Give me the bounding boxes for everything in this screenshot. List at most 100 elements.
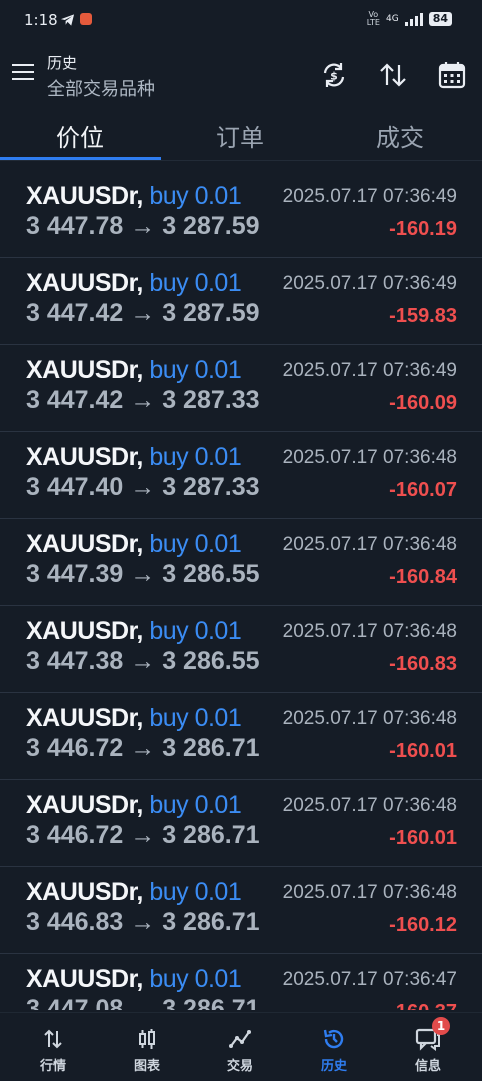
trade-time: 2025.07.17 07:36:49 xyxy=(282,360,457,381)
trade-time: 2025.07.17 07:36:48 xyxy=(282,447,457,468)
app-notification-icon xyxy=(80,13,92,25)
trade-profit: -160.83 xyxy=(389,653,457,675)
trade-symbol-line: XAUUSDr, buy 0.01 xyxy=(26,443,242,472)
history-icon xyxy=(323,1029,344,1049)
signal-icon xyxy=(404,12,423,26)
trade-row[interactable]: XAUUSDr, buy 0.01 3 447.42 → 3 287.59 20… xyxy=(0,257,482,345)
tabs-divider xyxy=(0,160,482,161)
nav-trade[interactable]: 交易 xyxy=(210,1027,270,1074)
trade-symbol-line: XAUUSDr, buy 0.01 xyxy=(26,617,242,646)
tab-orders[interactable]: 订单 xyxy=(216,118,264,153)
page-title: 历史 xyxy=(47,54,78,72)
trade-row[interactable]: XAUUSDr, buy 0.01 3 447.78 → 3 287.59 20… xyxy=(0,170,482,258)
trade-time: 2025.07.17 07:36:48 xyxy=(282,882,457,903)
nav-messages[interactable]: 1 信息 xyxy=(398,1017,458,1074)
trade-row[interactable]: XAUUSDr, buy 0.01 3 447.39 → 3 286.55 20… xyxy=(0,518,482,606)
trade-symbol-line: XAUUSDr, buy 0.01 xyxy=(26,791,242,820)
trade-prices: 3 446.72 → 3 286.71 xyxy=(26,734,260,762)
trade-side: buy 0.01 xyxy=(149,182,242,210)
trade-row[interactable]: XAUUSDr, buy 0.01 3 446.72 → 3 286.71 20… xyxy=(0,779,482,867)
trade-profit: -160.12 xyxy=(389,914,457,936)
status-time: 1:18 xyxy=(24,11,58,29)
trade-side: buy 0.01 xyxy=(149,530,242,558)
trade-prices: 3 446.83 → 3 286.71 xyxy=(26,908,260,936)
trade-profit: -160.19 xyxy=(389,218,457,240)
history-tabs: 价位 订单 成交 xyxy=(0,108,482,162)
trade-symbol: XAUUSDr, xyxy=(26,530,143,558)
notification-badge: 1 xyxy=(432,1017,450,1035)
trade-row[interactable]: XAUUSDr, buy 0.01 3 447.38 → 3 286.55 20… xyxy=(0,605,482,693)
trade-side: buy 0.01 xyxy=(149,443,242,471)
nav-label: 信息 xyxy=(414,1059,441,1074)
title-area[interactable]: 历史 全部交易品种 xyxy=(47,52,155,101)
trade-time: 2025.07.17 07:36:48 xyxy=(282,621,457,642)
sort-icon[interactable] xyxy=(378,60,408,90)
trade-profit: -160.09 xyxy=(389,392,457,414)
trade-row[interactable]: XAUUSDr, buy 0.01 3 447.08 → 3 286.71 20… xyxy=(0,953,482,1010)
trade-prices: 3 447.42 → 3 287.33 xyxy=(26,386,260,414)
trade-prices: 3 447.38 → 3 286.55 xyxy=(26,647,260,675)
trade-icon xyxy=(229,1030,251,1048)
trade-symbol: XAUUSDr, xyxy=(26,878,143,906)
network-type: 4G xyxy=(385,14,399,24)
trade-profit: -160.01 xyxy=(389,827,457,849)
trade-prices: 3 447.40 → 3 287.33 xyxy=(26,473,260,501)
trade-symbol: XAUUSDr, xyxy=(26,704,143,732)
trade-profit: -160.01 xyxy=(389,740,457,762)
nav-history[interactable]: 历史 xyxy=(304,1027,364,1074)
symbol-filter: 全部交易品种 xyxy=(47,79,155,100)
trade-time: 2025.07.17 07:36:48 xyxy=(282,534,457,555)
trade-time: 2025.07.17 07:36:47 xyxy=(282,969,457,990)
trade-side: buy 0.01 xyxy=(149,617,242,645)
trade-prices: 3 447.78 → 3 287.59 xyxy=(26,212,260,240)
trade-row[interactable]: XAUUSDr, buy 0.01 3 446.72 → 3 286.71 20… xyxy=(0,692,482,780)
nav-chart[interactable]: 图表 xyxy=(117,1027,177,1074)
trade-symbol-line: XAUUSDr, buy 0.01 xyxy=(26,965,242,994)
chart-icon xyxy=(139,1029,155,1049)
nav-label: 行情 xyxy=(39,1059,66,1074)
telegram-icon xyxy=(60,14,75,26)
app-header: 历史 全部交易品种 $ xyxy=(0,44,482,106)
trade-time: 2025.07.17 07:36:48 xyxy=(282,708,457,729)
tab-deals[interactable]: 成交 xyxy=(376,118,424,153)
nav-label: 交易 xyxy=(226,1059,253,1074)
trade-row[interactable]: XAUUSDr, buy 0.01 3 446.83 → 3 286.71 20… xyxy=(0,866,482,954)
status-bar: 1:18 Vo LTE 4G 84 xyxy=(0,0,482,42)
trade-symbol: XAUUSDr, xyxy=(26,791,143,819)
trade-time: 2025.07.17 07:36:49 xyxy=(282,186,457,207)
trade-symbol: XAUUSDr, xyxy=(26,617,143,645)
trade-symbol: XAUUSDr, xyxy=(26,443,143,471)
currency-exchange-icon[interactable]: $ xyxy=(319,60,349,90)
nav-label: 历史 xyxy=(320,1059,347,1074)
trade-prices: 3 447.39 → 3 286.55 xyxy=(26,560,260,588)
trade-side: buy 0.01 xyxy=(149,704,242,732)
trade-prices: 3 447.08 → 3 286.71 xyxy=(26,995,260,1010)
menu-icon[interactable] xyxy=(12,64,34,82)
trade-side: buy 0.01 xyxy=(149,791,242,819)
trade-symbol: XAUUSDr, xyxy=(26,269,143,297)
nav-label: 图表 xyxy=(133,1059,160,1074)
trade-row[interactable]: XAUUSDr, buy 0.01 3 447.40 → 3 287.33 20… xyxy=(0,431,482,519)
trade-profit: -160.84 xyxy=(389,566,457,588)
trade-time: 2025.07.17 07:36:48 xyxy=(282,795,457,816)
trade-side: buy 0.01 xyxy=(149,269,242,297)
trade-symbol-line: XAUUSDr, buy 0.01 xyxy=(26,356,242,385)
trade-profit: -160.07 xyxy=(389,479,457,501)
calendar-icon[interactable] xyxy=(437,60,467,90)
trade-time: 2025.07.17 07:36:49 xyxy=(282,273,457,294)
trade-profit: -160.37 xyxy=(389,1001,457,1010)
quotes-icon xyxy=(44,1029,62,1049)
svg-text:$: $ xyxy=(330,70,338,83)
tab-positions[interactable]: 价位 xyxy=(56,118,104,153)
trade-row[interactable]: XAUUSDr, buy 0.01 3 447.42 → 3 287.33 20… xyxy=(0,344,482,432)
trade-side: buy 0.01 xyxy=(149,878,242,906)
trade-side: buy 0.01 xyxy=(149,965,242,993)
battery-indicator: 84 xyxy=(428,12,452,26)
nav-quotes[interactable]: 行情 xyxy=(23,1027,83,1074)
trade-symbol: XAUUSDr, xyxy=(26,182,143,210)
trade-history-list[interactable]: XAUUSDr, buy 0.01 3 447.78 → 3 287.59 20… xyxy=(0,170,482,1010)
trade-side: buy 0.01 xyxy=(149,356,242,384)
volte-indicator: Vo LTE xyxy=(366,10,380,27)
trade-symbol-line: XAUUSDr, buy 0.01 xyxy=(26,530,242,559)
trade-symbol-line: XAUUSDr, buy 0.01 xyxy=(26,269,242,298)
